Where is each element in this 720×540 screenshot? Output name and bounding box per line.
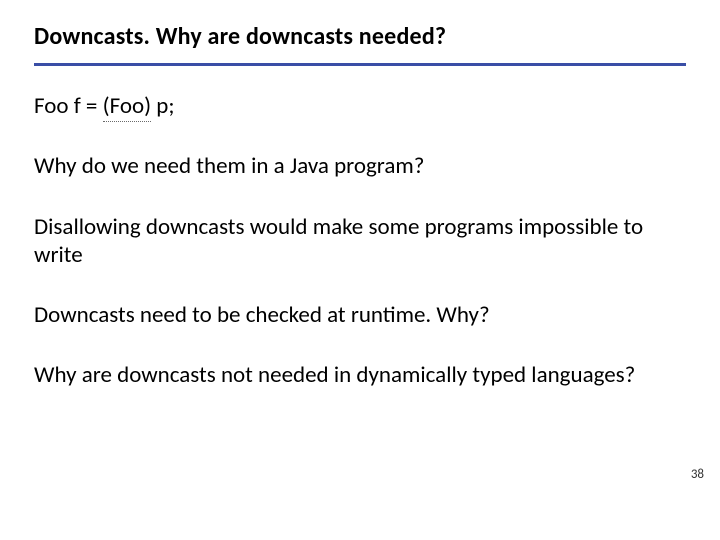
code-line: Foo f = (Foo) p;: [34, 92, 686, 120]
title-underline: [34, 63, 686, 66]
title-rest: Why are downcasts needed?: [150, 22, 446, 51]
title-prefix: Downcasts.: [34, 22, 150, 51]
slide-title: Downcasts. Why are downcasts needed?: [34, 22, 686, 61]
slide-body: Foo f = (Foo) p; Why do we need them in …: [34, 92, 686, 390]
code-post: p;: [151, 92, 174, 120]
paragraph-3: Downcasts need to be checked at runtime.…: [34, 301, 686, 329]
code-cast: (Foo): [103, 92, 151, 122]
paragraph-2: Disallowing downcasts would make some pr…: [34, 213, 686, 270]
paragraph-4: Why are downcasts not needed in dynamica…: [34, 361, 686, 389]
paragraph-1: Why do we need them in a Java program?: [34, 152, 686, 180]
slide: Downcasts. Why are downcasts needed? Foo…: [0, 0, 720, 540]
code-pre: Foo f =: [34, 92, 103, 120]
page-number: 38: [691, 467, 704, 482]
